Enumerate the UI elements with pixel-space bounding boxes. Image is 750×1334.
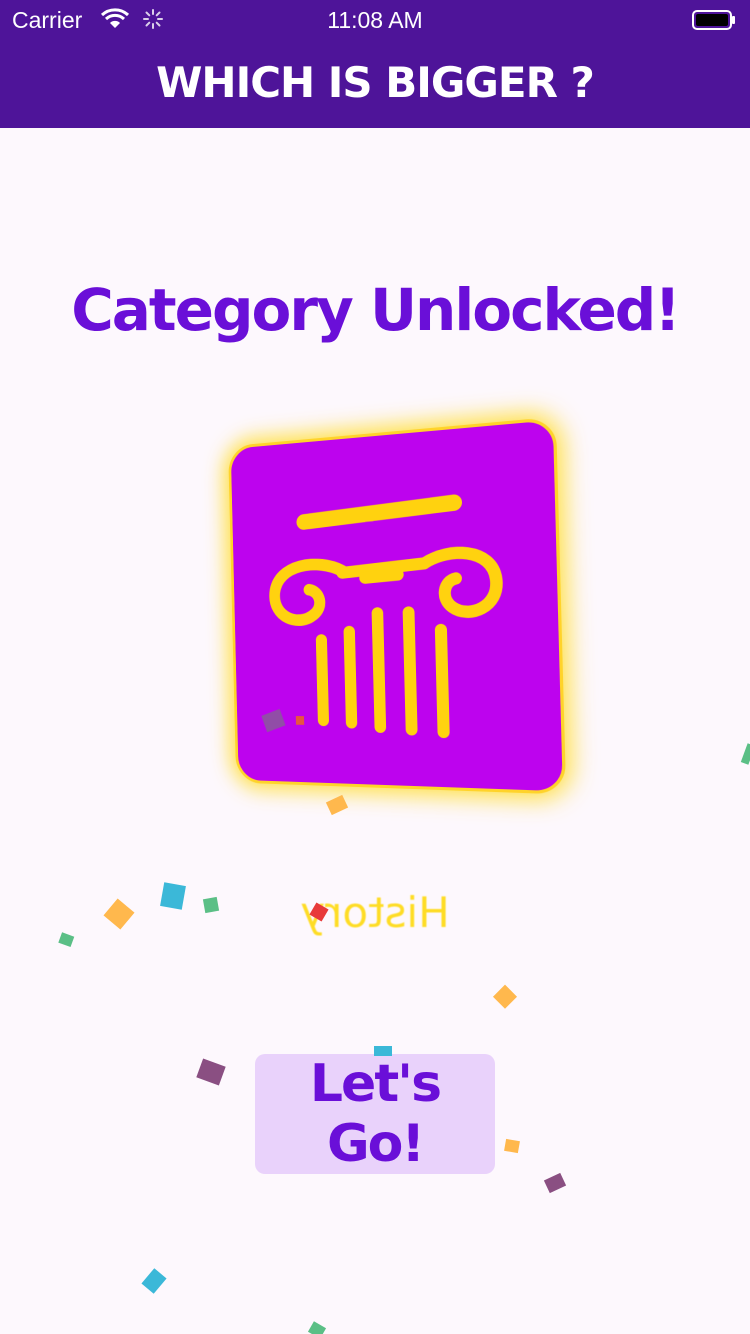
- category-card: [228, 417, 566, 795]
- category-name: History: [0, 888, 750, 937]
- confetti-piece: [493, 985, 517, 1009]
- confetti-piece: [141, 1268, 166, 1294]
- confetti-piece: [308, 1321, 326, 1334]
- battery-icon: [692, 10, 736, 30]
- confetti-piece: [741, 743, 750, 765]
- lets-go-button[interactable]: Let's Go!: [255, 1054, 495, 1174]
- confetti-piece: [504, 1139, 520, 1153]
- confetti-piece: [544, 1173, 566, 1193]
- app-title: WHICH IS BIGGER ?: [0, 58, 750, 107]
- nav-bar: WHICH IS BIGGER ?: [0, 40, 750, 128]
- column-icon: [231, 420, 563, 791]
- clock: 11:08 AM: [0, 7, 750, 34]
- status-bar: Carrier 11:08 AM: [0, 0, 750, 40]
- confetti-piece: [196, 1058, 225, 1085]
- unlock-headline: Category Unlocked!: [0, 276, 750, 344]
- confetti-piece: [326, 795, 348, 815]
